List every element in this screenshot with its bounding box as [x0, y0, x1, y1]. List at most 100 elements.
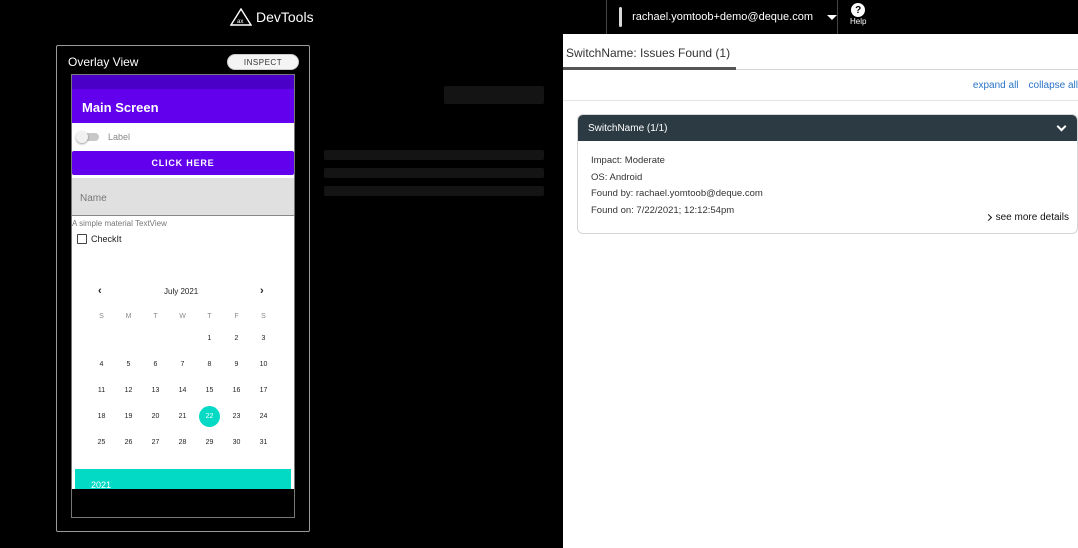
- chevron-left-icon[interactable]: ‹: [98, 285, 102, 297]
- calendar-day[interactable]: 24: [250, 404, 277, 430]
- calendar-day-label: 9: [234, 361, 239, 368]
- chevron-right-icon[interactable]: ›: [260, 285, 264, 297]
- calendar-day[interactable]: 17: [250, 378, 277, 404]
- calendar-day[interactable]: 13: [142, 378, 169, 404]
- expand-collapse-actions: expand all collapse all: [973, 80, 1078, 91]
- help-label: Help: [850, 17, 867, 26]
- calendar-day[interactable]: 12: [115, 378, 142, 404]
- calendar-day[interactable]: 14: [169, 378, 196, 404]
- chevron-down-icon: [827, 14, 837, 20]
- calendar-day-label: 14: [178, 387, 187, 394]
- avatar: [619, 7, 623, 27]
- calendar-day-label: 16: [232, 387, 241, 394]
- calendar-day[interactable]: 3: [250, 326, 277, 352]
- click-here-button[interactable]: CLICK HERE: [72, 151, 294, 175]
- calendar-weekday: S: [261, 313, 266, 320]
- calendar-grid: S M T W T F S 1 2 3 4 5 6 7 8 9 10 11 12 13 14 15 16 17 18 19 20 21…: [88, 307, 284, 456]
- calendar-week-row: 4 5 6 7 8 9 10: [88, 352, 284, 378]
- calendar-day[interactable]: 7: [169, 352, 196, 378]
- tab-indicator: [563, 67, 736, 70]
- checkit-row[interactable]: CheckIt: [72, 230, 294, 248]
- status-bar: [72, 75, 294, 89]
- issue-impact: Impact: Moderate: [591, 155, 665, 166]
- calendar-day[interactable]: 31: [250, 430, 277, 456]
- calendar-day[interactable]: 15: [196, 378, 223, 404]
- calendar-day-label: 4: [99, 361, 104, 368]
- checkbox[interactable]: [77, 234, 87, 244]
- see-more-details-link[interactable]: see more details: [984, 212, 1069, 223]
- calendar-day-label: 22: [199, 406, 220, 427]
- app-bar-title: Main Screen: [72, 89, 294, 123]
- calendar-day-label: 12: [124, 387, 133, 394]
- calendar-day-label: 31: [259, 439, 268, 446]
- divider: [563, 100, 1078, 101]
- calendar-day-label: 11: [97, 387, 106, 394]
- name-field[interactable]: Name: [72, 178, 294, 216]
- user-menu[interactable]: rachael.yomtoob+demo@deque.com: [606, 0, 838, 34]
- issues-panel: SwitchName: Issues Found (1) expand all …: [563, 34, 1078, 548]
- calendar-day[interactable]: 11: [88, 378, 115, 404]
- year-bar[interactable]: 2021: [75, 469, 291, 491]
- calendar-day[interactable]: 30: [223, 430, 250, 456]
- calendar-day[interactable]: 2: [223, 326, 250, 352]
- calendar-week-row: 11 12 13 14 15 16 17: [88, 378, 284, 404]
- overlay-title: Overlay View: [68, 55, 139, 69]
- calendar-empty-cell: [115, 326, 142, 352]
- calendar-day[interactable]: 25: [88, 430, 115, 456]
- toggle-switch[interactable]: [76, 131, 102, 143]
- calendar-day[interactable]: 26: [115, 430, 142, 456]
- calendar-day[interactable]: 21: [169, 404, 196, 430]
- calendar-empty-cell: [142, 326, 169, 352]
- calendar-day[interactable]: 27: [142, 430, 169, 456]
- expand-all-link[interactable]: expand all: [973, 80, 1019, 91]
- calendar-day[interactable]: 22: [196, 404, 223, 430]
- calendar-weekday: W: [179, 313, 186, 320]
- calendar-day[interactable]: 4: [88, 352, 115, 378]
- calendar-day-label: 30: [232, 439, 241, 446]
- calendar-day[interactable]: 18: [88, 404, 115, 430]
- calendar-day-label: 17: [259, 387, 268, 394]
- tab-issues-found[interactable]: SwitchName: Issues Found (1): [566, 46, 730, 60]
- inspect-button[interactable]: INSPECT: [227, 54, 299, 70]
- calendar-day[interactable]: 6: [142, 352, 169, 378]
- calendar-weekday: T: [153, 313, 158, 320]
- calendar-day[interactable]: 28: [169, 430, 196, 456]
- background-text: [324, 186, 544, 196]
- calendar-day-label: 29: [205, 439, 214, 446]
- issue-details: Impact: Moderate OS: Android Found by: r…: [578, 141, 1077, 219]
- top-bar: ax DevTools rachael.yomtoob+demo@deque.c…: [0, 0, 1078, 34]
- background-text: [324, 150, 544, 160]
- calendar-day[interactable]: 20: [142, 404, 169, 430]
- calendar-day[interactable]: 29: [196, 430, 223, 456]
- calendar-day[interactable]: 19: [115, 404, 142, 430]
- help-button[interactable]: ? Help: [850, 3, 866, 26]
- switch-row[interactable]: Label: [72, 123, 294, 151]
- checkbox-label: CheckIt: [91, 234, 122, 244]
- background-heading: [444, 86, 544, 104]
- chevron-down-icon[interactable]: [1056, 121, 1067, 132]
- chevron-right-icon: [984, 213, 992, 222]
- calendar-day[interactable]: 8: [196, 352, 223, 378]
- calendar-day[interactable]: 5: [115, 352, 142, 378]
- calendar-day[interactable]: 23: [223, 404, 250, 430]
- helper-text: A simple material TextView: [72, 219, 167, 228]
- issue-card-header[interactable]: SwitchName (1/1): [578, 115, 1077, 141]
- background-text: [324, 168, 544, 178]
- brand[interactable]: ax DevTools: [230, 8, 314, 26]
- calendar-day-label: 25: [97, 439, 106, 446]
- navigation-bar: [72, 489, 294, 517]
- collapse-all-link[interactable]: collapse all: [1029, 80, 1078, 91]
- calendar-day[interactable]: 16: [223, 378, 250, 404]
- issue-title: SwitchName (1/1): [588, 122, 668, 134]
- calendar-day-label: 20: [151, 413, 160, 420]
- switch-label: Label: [108, 132, 131, 142]
- calendar-day-label: 21: [178, 413, 187, 420]
- calendar-day[interactable]: 9: [223, 352, 250, 378]
- calendar-week-row: 1 2 3: [88, 326, 284, 352]
- calendar-day[interactable]: 10: [250, 352, 277, 378]
- calendar-day[interactable]: 1: [196, 326, 223, 352]
- brand-title: DevTools: [256, 9, 314, 25]
- calendar-day-label: 13: [151, 387, 160, 394]
- calendar-day-label: 3: [261, 335, 266, 342]
- tab-strip: SwitchName: Issues Found (1): [563, 34, 1078, 70]
